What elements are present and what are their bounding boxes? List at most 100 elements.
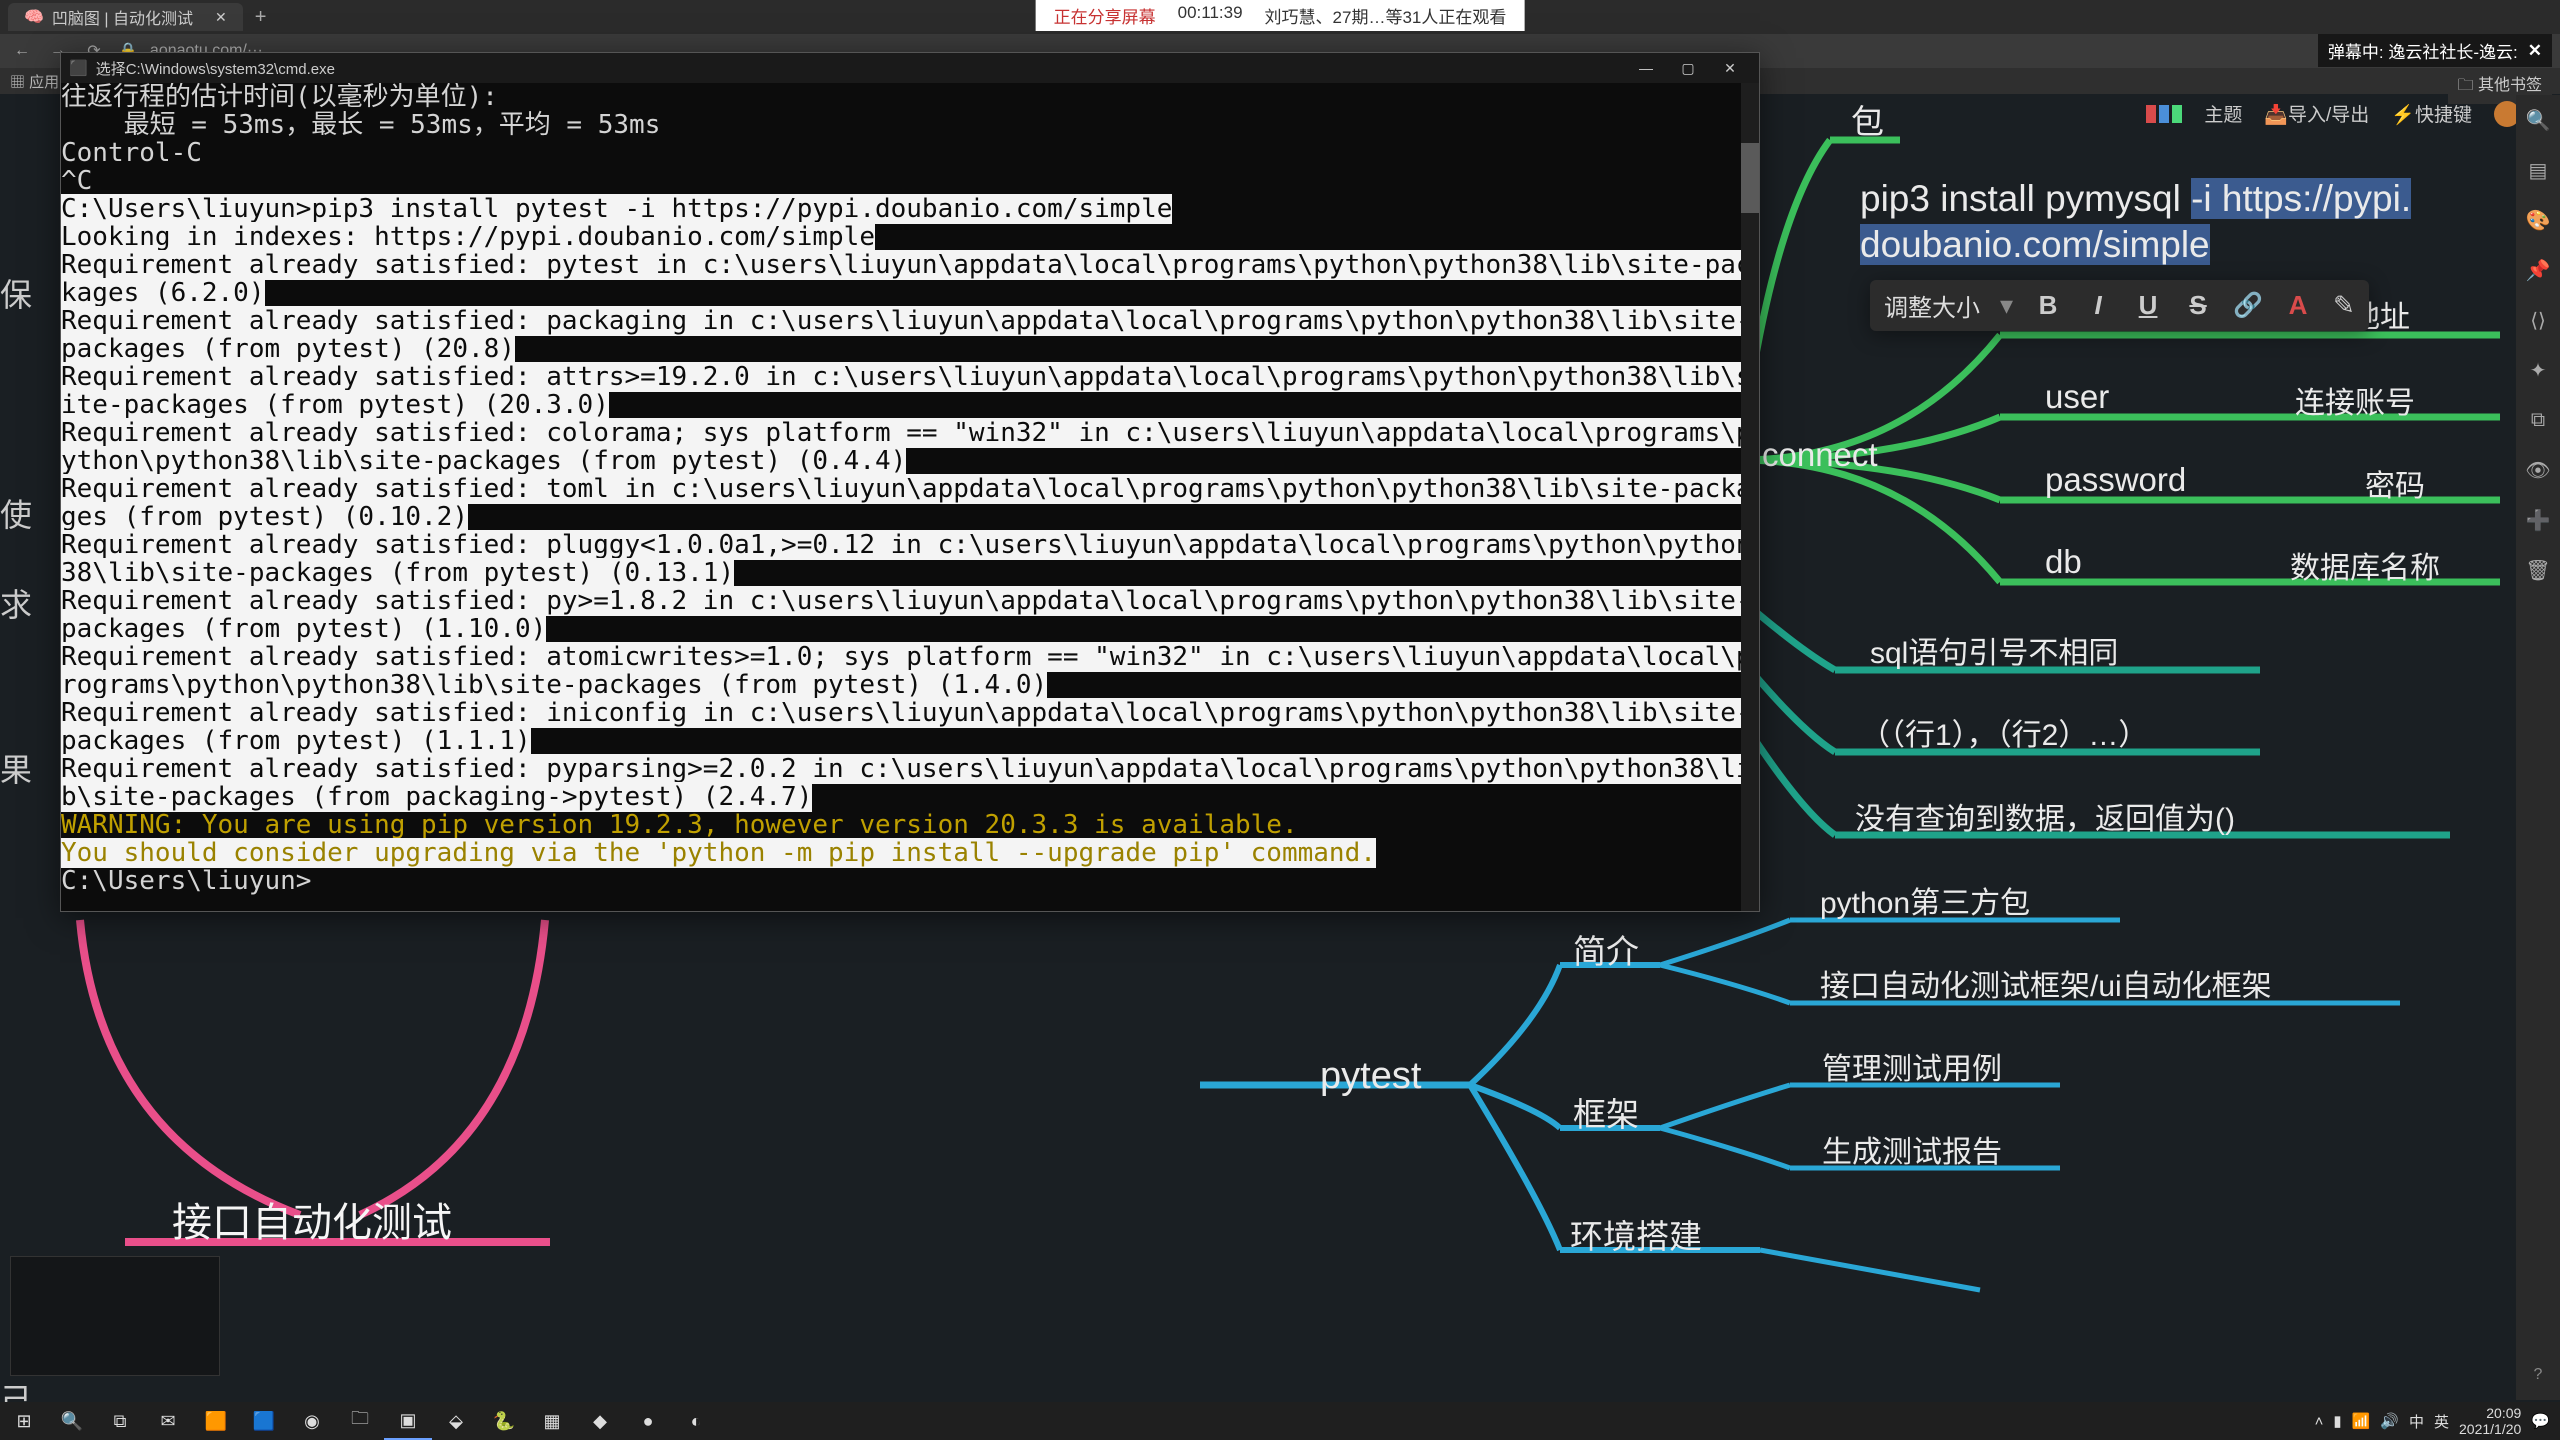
add-tool-icon[interactable]: ➕ [2516,495,2560,545]
screen-preview[interactable] [10,1256,220,1376]
mm-node-intro[interactable]: 简介 [1573,925,1639,973]
explorer-icon[interactable]: 🗀 [336,1402,384,1440]
mm-node-api-test[interactable]: 接口自动化测试 [172,1190,452,1248]
delete-tool-icon[interactable]: 🗑 [2516,545,2560,595]
app-icon-1[interactable]: 🟧 [192,1402,240,1440]
mm-node-user[interactable]: user [2045,378,2109,416]
tray-ime[interactable]: 中 [2409,1411,2424,1432]
cmd-title-text: 选择C:\Windows\system32\cmd.exe [96,58,335,79]
browser-tab[interactable]: 🧠 凹脑图 | 自动化测试 ✕ [8,3,243,31]
mm-edge-label-4: 果 [0,745,32,791]
tray-battery-icon[interactable]: ▮ [2333,1412,2341,1430]
bold-button[interactable]: B [2033,290,2063,321]
link-button[interactable]: 🔗 [2233,291,2263,320]
mm-node-db[interactable]: db [2045,543,2082,581]
mm-node-user-desc[interactable]: 连接账号 [2295,378,2415,422]
mm-node-env[interactable]: 环境搭建 [1570,1210,1702,1258]
mail-icon[interactable]: ✉ [144,1402,192,1440]
start-button[interactable]: ⊞ [0,1402,48,1440]
eye-tool-icon[interactable]: 👁 [2516,445,2560,495]
mm-node-password-desc[interactable]: 密码 [2365,461,2425,505]
live-comment-close-icon[interactable]: ✕ [2528,41,2542,61]
system-tray: ˄ ▮ 📶 🔊 中 英 20:09 2021/1/20 💬 [2315,1405,2560,1437]
layout-tool-icon[interactable]: ⧉ [2516,395,2560,445]
mm-node-package[interactable]: 包 [1851,95,1884,143]
help-icon[interactable]: ? [2516,1350,2560,1400]
mm-node-password[interactable]: password [2045,461,2186,499]
search-icon[interactable]: 🔍 [48,1402,96,1440]
italic-button[interactable]: I [2083,290,2113,321]
right-side-toolbar: 🔍 ▤ 🎨 📌 ⟨⟩ ✦ ⧉ 👁 ➕ 🗑 ? [2516,95,2560,1400]
mm-node-intro-2[interactable]: 接口自动化测试框架/ui自动化框架 [1820,961,2272,1005]
mm-node-sql-quote[interactable]: sql语句引号不相同 [1870,628,2118,672]
palette-tool-icon[interactable]: 🎨 [2516,195,2560,245]
mm-edge-label-1: 保 [0,270,32,316]
minimize-button[interactable]: — [1625,60,1667,77]
mm-node-frame[interactable]: 框架 [1573,1088,1639,1136]
maximize-button[interactable]: ▢ [1667,60,1709,77]
star-tool-icon[interactable]: ✦ [2516,345,2560,395]
taskbar: ⊞ 🔍 ⧉ ✉ 🟧 🟦 ◉ 🗀 ▣ ⬙ 🐍 ▦ ◆ ● ◐ ˄ ▮ 📶 🔊 中 … [0,1402,2560,1440]
tray-lang[interactable]: 英 [2434,1411,2449,1432]
tab-title: 凹脑图 | 自动化测试 [52,5,193,29]
tray-wifi-icon[interactable]: 📶 [2352,1412,2371,1430]
mm-node-db-desc[interactable]: 数据库名称 [2290,543,2440,587]
mm-edge-label-2: 使 [0,490,32,536]
taskview-icon[interactable]: ⧉ [96,1402,144,1440]
mm-node-empty-return[interactable]: 没有查询到数据，返回值为() [1855,794,2235,838]
layers-tool-icon[interactable]: ▤ [2516,145,2560,195]
terminal-icon[interactable]: ▣ [384,1402,432,1440]
text-color-button[interactable]: A [2283,290,2313,321]
app-icon-2[interactable]: 🟦 [240,1402,288,1440]
mm-node-pytest[interactable]: pytest [1320,1055,1421,1098]
highlighter-button[interactable]: ✎ [2333,290,2355,321]
new-tab-button[interactable]: + [243,6,279,29]
tray-up-icon[interactable]: ˄ [2315,1413,2324,1430]
theme-swatch-icon[interactable] [2146,105,2182,123]
strike-button[interactable]: S [2183,290,2213,321]
import-export-button[interactable]: 📥导入/导出 [2264,100,2369,127]
excel-icon[interactable]: ▦ [528,1402,576,1440]
python-icon[interactable]: 🐍 [480,1402,528,1440]
cmd-scrollbar-thumb[interactable] [1741,143,1759,213]
app-icon-4[interactable]: ● [624,1402,672,1440]
app-topbar: 主题 📥导入/导出 ⚡快捷键 [2146,100,2520,127]
mm-node-pip-install[interactable]: pip3 install pymysql -i https://pypi. do… [1860,176,2411,268]
search-tool-icon[interactable]: 🔍 [2516,95,2560,145]
tray-clock[interactable]: 20:09 2021/1/20 [2459,1405,2521,1437]
theme-button[interactable]: 主题 [2204,100,2242,127]
notification-icon[interactable]: 💬 [2531,1412,2550,1430]
underline-button[interactable]: U [2133,290,2163,321]
app-icon-5[interactable]: ◐ [672,1402,720,1440]
mm-node-rows[interactable]: （（行1），（行2）…） [1860,710,2148,754]
sharing-viewers: 刘巧慧、27期…等31人正在观看 [1265,3,1507,28]
resize-label[interactable]: 调整大小 [1884,288,1980,323]
apps-shortcut[interactable]: ▦ 应用 [10,71,59,92]
close-button[interactable]: ✕ [1709,60,1751,77]
app-icon-3[interactable]: ◆ [576,1402,624,1440]
live-comment-overlay: 弹幕中: 逸云社社长-逸云: ✕ [2318,34,2552,67]
mm-node-intro-1[interactable]: python第三方包 [1820,878,2030,922]
live-comment-text: 弹幕中: 逸云社社长-逸云: [2328,38,2518,63]
screen-share-banner: 正在分享屏幕 00:11:39 刘巧慧、27期…等31人正在观看 [1036,0,1525,31]
cmd-titlebar[interactable]: ⬛ 选择C:\Windows\system32\cmd.exe — ▢ ✕ [61,53,1759,83]
format-toolbar: 调整大小 ▾ B I U S 🔗 A ✎ [1870,280,2369,331]
sharing-label: 正在分享屏幕 [1054,3,1156,28]
back-icon[interactable]: ← [10,42,34,60]
mm-node-connect[interactable]: connect [1762,436,1878,474]
shortcut-button[interactable]: ⚡快捷键 [2391,100,2472,127]
tab-favicon: 🧠 [24,7,44,27]
vscode-icon[interactable]: ⬙ [432,1402,480,1440]
cmd-icon: ⬛ [69,59,88,77]
cmd-output[interactable]: 往返行程的估计时间(以毫秒为单位): 最短 = 53ms，最长 = 53ms，平… [61,83,1759,911]
pin-tool-icon[interactable]: 📌 [2516,245,2560,295]
tray-volume-icon[interactable]: 🔊 [2380,1412,2399,1430]
mm-edge-label-3: 求 [0,580,32,626]
cmd-scrollbar[interactable] [1741,83,1759,911]
mm-node-frame-1[interactable]: 管理测试用例 [1822,1044,2002,1088]
mm-node-frame-2[interactable]: 生成测试报告 [1822,1127,2002,1171]
tab-close-icon[interactable]: ✕ [215,9,227,26]
code-tool-icon[interactable]: ⟨⟩ [2516,295,2560,345]
cmd-window[interactable]: ⬛ 选择C:\Windows\system32\cmd.exe — ▢ ✕ 往返… [60,52,1760,912]
chrome-icon[interactable]: ◉ [288,1402,336,1440]
